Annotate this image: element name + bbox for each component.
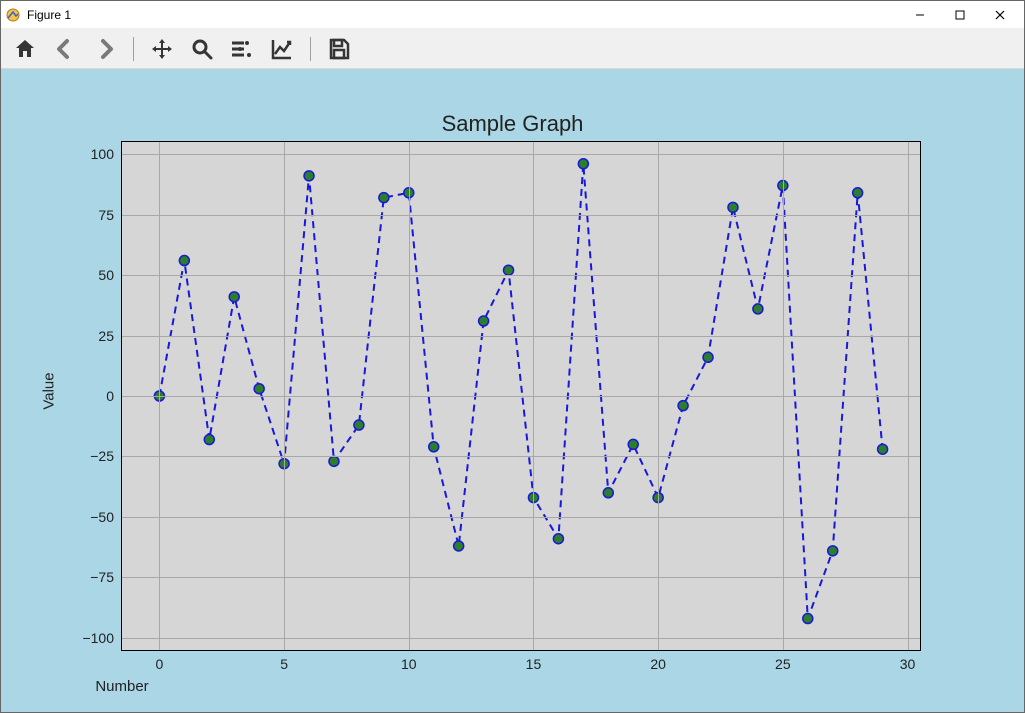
toolbar-separator [133, 37, 134, 61]
gridline-horizontal [122, 336, 920, 337]
data-marker [304, 171, 314, 181]
data-marker [753, 304, 763, 314]
data-marker [329, 456, 339, 466]
gridline-vertical [533, 142, 534, 650]
data-marker [678, 401, 688, 411]
y-tick-label: 100 [91, 146, 122, 162]
data-marker [853, 188, 863, 198]
y-tick-label: 25 [98, 328, 122, 344]
y-tick-label: 50 [98, 267, 122, 283]
data-marker [254, 384, 264, 394]
forward-icon[interactable] [91, 35, 119, 63]
chart-title: Sample Graph [1, 111, 1024, 137]
home-icon[interactable] [11, 35, 39, 63]
data-marker [454, 541, 464, 551]
data-marker [553, 534, 563, 544]
y-tick-label: −50 [90, 509, 122, 525]
x-tick-label: 5 [280, 650, 288, 672]
x-tick-label: 25 [775, 650, 791, 672]
axes-icon[interactable] [268, 35, 296, 63]
x-tick-label: 10 [401, 650, 417, 672]
gridline-horizontal [122, 154, 920, 155]
x-tick-label: 30 [900, 650, 916, 672]
data-marker [828, 546, 838, 556]
data-marker [429, 442, 439, 452]
data-marker [379, 193, 389, 203]
save-icon[interactable] [325, 35, 353, 63]
data-marker [803, 614, 813, 624]
gridline-horizontal [122, 577, 920, 578]
data-marker [354, 420, 364, 430]
gridline-horizontal [122, 215, 920, 216]
data-marker [628, 439, 638, 449]
maximize-button[interactable] [940, 1, 980, 29]
close-button[interactable] [980, 1, 1020, 29]
data-marker [479, 316, 489, 326]
y-axis-label: Value [41, 372, 58, 409]
gridline-vertical [284, 142, 285, 650]
data-marker [603, 488, 613, 498]
gridline-vertical [783, 142, 784, 650]
data-marker [578, 159, 588, 169]
minimize-button[interactable] [900, 1, 940, 29]
gridline-horizontal [122, 517, 920, 518]
data-marker [204, 435, 214, 445]
toolbar [1, 29, 1024, 69]
gridline-vertical [658, 142, 659, 650]
axes-area: Number −100−75−50−2502550751000510152025… [121, 141, 921, 651]
x-tick-label: 0 [156, 650, 164, 672]
data-marker [504, 265, 514, 275]
window-title: Figure 1 [27, 8, 71, 22]
window-titlebar: Figure 1 [1, 1, 1024, 29]
zoom-icon[interactable] [188, 35, 216, 63]
gridline-vertical [409, 142, 410, 650]
data-marker [878, 444, 888, 454]
data-marker [179, 256, 189, 266]
y-tick-label: −25 [90, 448, 122, 464]
y-tick-label: −100 [82, 630, 122, 646]
data-marker [229, 292, 239, 302]
gridline-vertical [908, 142, 909, 650]
gridline-horizontal [122, 275, 920, 276]
figure-canvas[interactable]: Sample Graph Value Number −100−75−50−250… [1, 69, 1024, 712]
y-tick-label: 75 [98, 207, 122, 223]
gridline-horizontal [122, 456, 920, 457]
subplots-icon[interactable] [228, 35, 256, 63]
pan-icon[interactable] [148, 35, 176, 63]
gridline-horizontal [122, 638, 920, 639]
x-tick-label: 20 [650, 650, 666, 672]
data-marker [728, 202, 738, 212]
gridline-horizontal [122, 396, 920, 397]
data-line [159, 164, 882, 619]
toolbar-separator [310, 37, 311, 61]
y-tick-label: −75 [90, 569, 122, 585]
data-marker [703, 352, 713, 362]
y-tick-label: 0 [106, 388, 122, 404]
app-icon [5, 7, 21, 23]
back-icon[interactable] [51, 35, 79, 63]
gridline-vertical [159, 142, 160, 650]
x-tick-label: 15 [526, 650, 542, 672]
